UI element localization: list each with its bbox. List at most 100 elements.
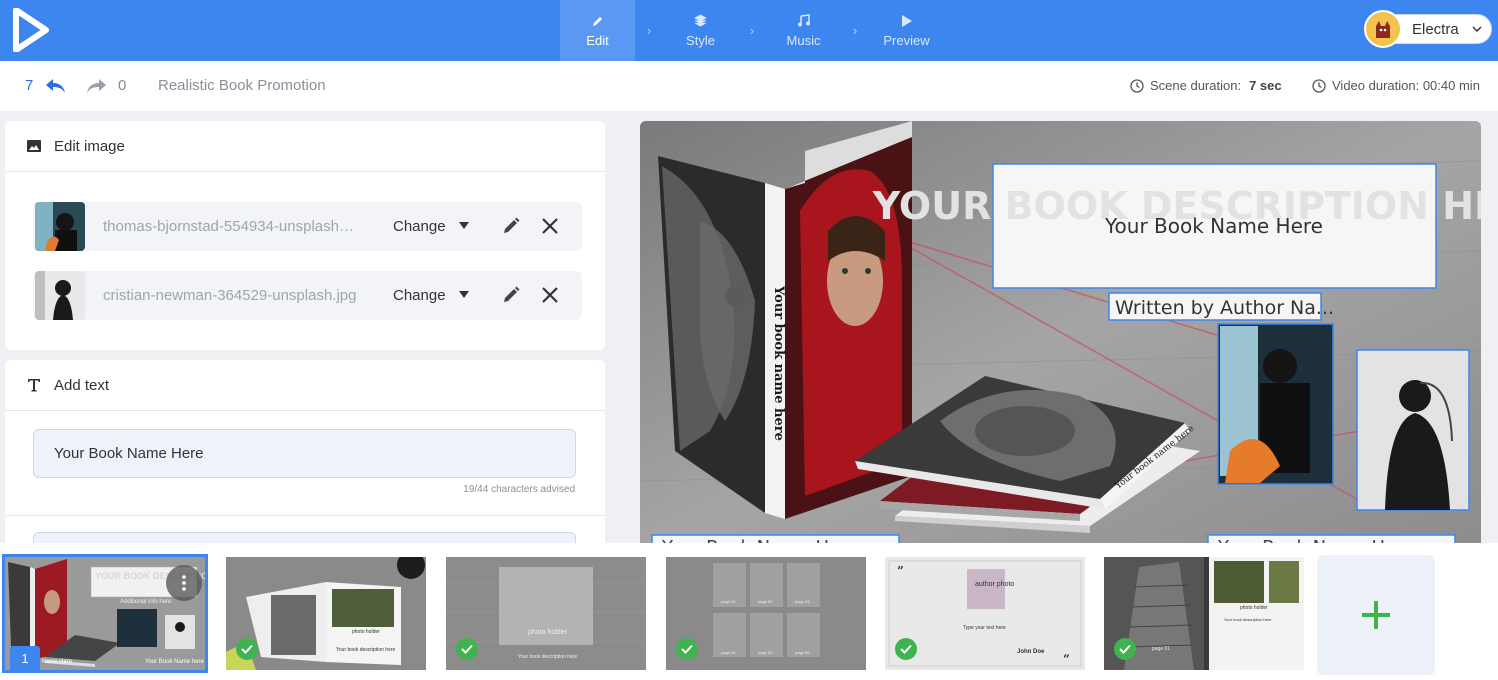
page-label: page 03 [795, 599, 810, 604]
add-text-header: Add text [5, 360, 605, 411]
caret-down-icon[interactable] [459, 291, 469, 299]
project-toolbar: 7 0 Realistic Book Promotion Scene durat… [0, 61, 1498, 111]
redo-count: 0 [118, 77, 127, 94]
scene-thumbnail-4[interactable]: page 01 page 02 page 03 page 04 page 05 … [666, 557, 866, 670]
preview-canvas: Your book name here Your book name here … [640, 121, 1481, 551]
photo-frame-1[interactable] [1217, 323, 1334, 485]
scene-thumbnail-3[interactable]: photo holder Your book description here [446, 557, 646, 670]
scene-6-photo-holder: photo holder [1240, 605, 1268, 611]
app-logo-icon[interactable] [12, 8, 50, 52]
step-label: Style [686, 32, 715, 48]
scene-1-name-right: Your Book Name here [145, 659, 204, 665]
video-duration: Video duration: 00:40 min [1312, 78, 1480, 93]
image-thumbnail [35, 271, 85, 320]
book-name-input[interactable]: Your Book Name Here [33, 429, 576, 478]
scene-2-photo-holder: photo holder [352, 629, 380, 635]
project-title[interactable]: Realistic Book Promotion [158, 77, 326, 94]
scene-thumbnail-2[interactable]: photo holder Your book description here [226, 557, 426, 670]
redo-icon[interactable] [86, 77, 108, 95]
undo-icon[interactable] [44, 77, 66, 95]
image-row: cristian-newman-364529-unsplash.jpg Chan… [33, 271, 582, 320]
change-image-button[interactable]: Change [393, 218, 446, 235]
image-thumbnail [35, 202, 85, 251]
page-label: page 05 [758, 650, 773, 655]
check-icon [236, 638, 258, 660]
chevron-right-icon: › [646, 23, 652, 38]
chevron-down-icon [1472, 26, 1482, 33]
add-scene-button[interactable] [1317, 555, 1435, 675]
edit-image-header: Edit image [5, 121, 605, 172]
scene-6-description: Your book description here [1224, 617, 1272, 622]
edit-image-panel: Edit image thomas-bjornstad-554934-unspl… [5, 121, 605, 350]
svg-text:”: ” [897, 564, 904, 578]
workflow-steps: Edit › Style › Music › Preview [560, 0, 944, 61]
scene-duration-value[interactable]: 7 sec [1249, 78, 1282, 93]
scene-thumbnail-1[interactable]: YOUR BOOK DESCRIPTION HERE Additional in… [2, 554, 208, 673]
scene-duration: Scene duration: 7 sec [1130, 78, 1282, 93]
scene-3-photo-holder: photo holder [528, 629, 567, 636]
music-note-icon [797, 14, 811, 28]
scene-thumbnail-6[interactable]: photo holder page 01 Your book descripti… [1104, 557, 1304, 670]
more-options-icon[interactable] [166, 565, 202, 601]
clock-icon [1312, 78, 1326, 93]
avatar [1364, 10, 1402, 48]
clock-icon [1130, 78, 1144, 93]
add-text-panel: Add text Your Book Name Here 19/44 chara… [5, 360, 605, 562]
close-icon[interactable] [541, 286, 559, 304]
scene-5-author-photo: author photo [975, 581, 1015, 588]
image-filename: cristian-newman-364529-unsplash.jpg [103, 287, 357, 304]
character-count-hint: 19/44 characters advised [463, 484, 575, 495]
pencil-icon[interactable] [501, 285, 521, 305]
plus-icon [1362, 601, 1390, 629]
add-text-title: Add text [54, 376, 110, 394]
scene-5-text: Type your text here [963, 625, 1006, 631]
step-label: Preview [883, 32, 930, 48]
edit-image-title: Edit image [54, 137, 125, 155]
pencil-icon [591, 14, 605, 28]
check-icon [676, 638, 698, 660]
image-row: thomas-bjornstad-554934-unsplash.jpg Cha… [33, 202, 582, 251]
scene-3-description: Your book description here [518, 654, 578, 660]
scene-1-info: Additional info here [120, 599, 172, 605]
photo-frame-2[interactable] [1356, 349, 1470, 511]
change-image-button[interactable]: Change [393, 287, 446, 304]
page-label: page 04 [721, 650, 736, 655]
preview-book-name[interactable]: Your Book Name Here [1104, 214, 1323, 238]
step-music[interactable]: Music [766, 0, 841, 61]
scene-5-author: John Doe [1017, 649, 1045, 655]
spine-text: Your book name here [771, 285, 786, 441]
scene-thumbnail-5[interactable]: ” “ author photo Type your text here Joh… [885, 557, 1085, 670]
scene-timeline: YOUR BOOK DESCRIPTION HERE Additional in… [0, 543, 1498, 680]
step-edit[interactable]: Edit [560, 0, 635, 61]
step-style[interactable]: Style [663, 0, 738, 61]
close-icon[interactable] [541, 217, 559, 235]
text-icon [28, 379, 40, 392]
image-filename: thomas-bjornstad-554934-unsplash.jpg [103, 218, 358, 235]
scene-preview[interactable]: Your book name here Your book name here … [640, 121, 1481, 551]
chevron-right-icon: › [749, 23, 755, 38]
scene-6-page: page 01 [1152, 646, 1171, 652]
svg-text:“: “ [1063, 652, 1070, 666]
caret-down-icon[interactable] [459, 222, 469, 230]
step-label: Edit [586, 32, 609, 48]
user-menu[interactable]: Electra [1364, 10, 1492, 48]
video-duration-text: Video duration: 00:40 min [1332, 78, 1480, 93]
step-preview[interactable]: Preview [869, 0, 944, 61]
divider [5, 515, 605, 516]
scene-duration-label: Scene duration: [1150, 78, 1242, 93]
chevron-right-icon: › [852, 23, 858, 38]
check-icon [895, 638, 917, 660]
pencil-icon[interactable] [501, 216, 521, 236]
scene-number-badge: 1 [10, 646, 40, 670]
page-label: page 01 [721, 599, 736, 604]
preview-author[interactable]: Written by Author Na... [1115, 297, 1334, 319]
page-label: page 02 [758, 599, 773, 604]
layers-icon [694, 14, 708, 28]
undo-count: 7 [25, 77, 34, 94]
check-icon [456, 638, 478, 660]
check-icon [1114, 638, 1136, 660]
scene-2-description: Your book description here [336, 647, 396, 653]
step-label: Music [786, 32, 821, 48]
play-icon [900, 14, 914, 28]
user-name: Electra [1412, 21, 1459, 38]
